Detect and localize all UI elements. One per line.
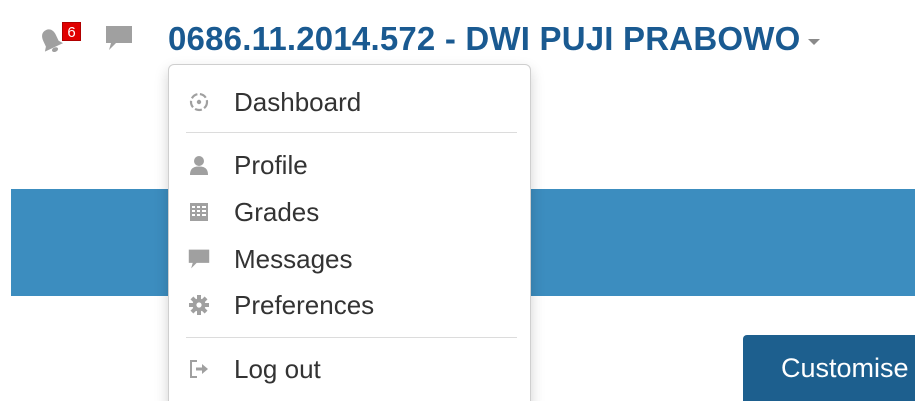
page: 6 0686.11.2014.572 - DWI PUJI PRABOWO Cu… (0, 0, 915, 401)
bell-icon (42, 29, 64, 53)
gear-icon (187, 293, 211, 317)
customise-button-label: Customise (781, 352, 909, 383)
dashboard-icon (187, 90, 211, 114)
menu-divider (186, 132, 517, 133)
menu-item-profile[interactable]: Profile (169, 144, 530, 186)
user-icon (187, 153, 211, 177)
message-icon (187, 247, 211, 271)
menu-item-preferences[interactable]: Preferences (169, 284, 530, 326)
menu-item-label: Preferences (234, 289, 375, 320)
menu-item-grades[interactable]: Grades (169, 191, 530, 233)
menu-item-label: Messages (234, 243, 353, 274)
logout-icon (187, 357, 211, 381)
message-icon (106, 26, 132, 50)
notification-count-badge: 6 (62, 22, 81, 41)
menu-item-label: Grades (234, 196, 320, 227)
caret-down-icon (808, 39, 821, 45)
grades-icon (187, 200, 211, 224)
user-menu-toggle[interactable]: 0686.11.2014.572 - DWI PUJI PRABOWO (168, 17, 821, 61)
menu-divider (186, 337, 517, 338)
menu-item-dashboard[interactable]: Dashboard (169, 81, 530, 123)
customise-button[interactable]: Customise (743, 335, 915, 401)
user-name: 0686.11.2014.572 - DWI PUJI PRABOWO (168, 20, 801, 57)
menu-item-messages[interactable]: Messages (169, 238, 530, 280)
menu-item-label: Log out (234, 353, 321, 384)
messages-button[interactable] (104, 24, 134, 57)
menu-item-logout[interactable]: Log out (169, 348, 530, 390)
notifications-button[interactable]: 6 (38, 22, 81, 58)
menu-item-label: Dashboard (234, 86, 362, 117)
menu-item-label: Profile (234, 149, 308, 180)
user-menu-dropdown: Dashboard Profile Grades Messages Prefer… (168, 64, 531, 401)
